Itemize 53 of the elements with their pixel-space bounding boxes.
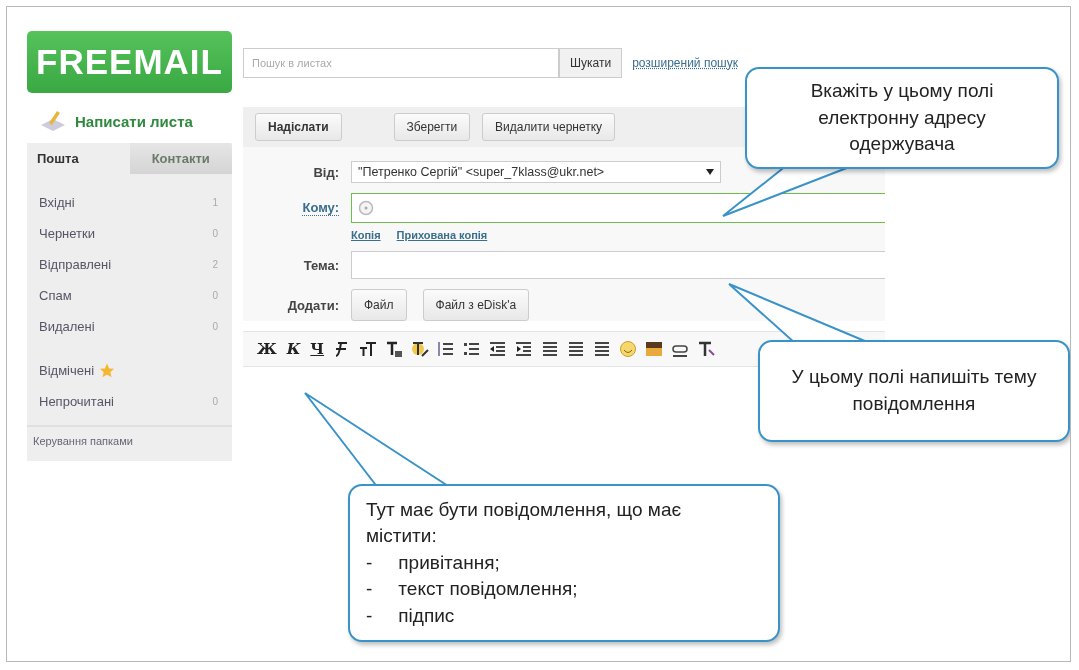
folder-count: 0: [212, 396, 218, 407]
attach-label: Додати:: [286, 297, 340, 313]
list-item-text: текст повідомлення;: [398, 577, 578, 602]
advanced-search-link[interactable]: розширений пошук: [632, 56, 738, 70]
from-dropdown[interactable]: "Петренко Сергій" <super_7klass@ukr.net>: [351, 161, 721, 183]
folder-count: 0: [212, 228, 218, 239]
attach-button[interactable]: Файл: [351, 289, 407, 321]
folder-name[interactable]: Відмічені: [39, 363, 95, 378]
clear-format-icon[interactable]: [696, 340, 717, 358]
callout-text: Тут має бути повідомлення, що має містити:: [366, 497, 683, 549]
folder-name[interactable]: Вхідні: [39, 195, 75, 210]
toolbar-button[interactable]: Надіслати: [255, 113, 342, 141]
format-button[interactable]: Ж: [255, 340, 279, 358]
compose-label[interactable]: Написати листа: [75, 112, 193, 130]
folder-count: 2: [212, 259, 218, 270]
format-button[interactable]: Ч: [308, 340, 327, 358]
format-button[interactable]: К: [284, 340, 303, 358]
text-color-icon[interactable]: [384, 340, 405, 358]
folder-count: 1: [212, 197, 218, 208]
folder-name[interactable]: Спам: [39, 288, 72, 303]
callout-text: У цьому полі напишіть тему повідомлення: [790, 365, 1038, 416]
folder-name[interactable]: Відправлені: [39, 257, 112, 272]
cc-link[interactable]: Копія: [351, 229, 381, 241]
font-size-icon[interactable]: [358, 340, 379, 358]
list-item-text: привітання;: [398, 550, 500, 575]
subject-label: Тема:: [302, 257, 340, 273]
to-label[interactable]: Кому:: [302, 200, 339, 216]
callout-text: Вкажіть у цьому полі електронну адресу одержувача: [809, 79, 995, 157]
list-dash: -: [366, 577, 373, 602]
toolbar-button[interactable]: Зберегти: [393, 113, 471, 141]
folder-name[interactable]: Непрочитані: [39, 394, 114, 409]
highlight-icon[interactable]: [410, 340, 431, 358]
sender-address: "Петренко Сергій" <super_7klass@ukr.net>: [358, 165, 605, 179]
from-label: Від:: [312, 164, 340, 180]
folder-name[interactable]: Видалені: [39, 319, 95, 334]
image-icon[interactable]: [644, 340, 665, 358]
folder-count: 0: [212, 321, 218, 332]
recipient-field[interactable]: [351, 193, 885, 223]
folder-count: 0: [212, 290, 218, 301]
subject-field[interactable]: [351, 251, 885, 279]
pencil-paper-icon: [39, 109, 67, 133]
toolbar-button[interactable]: Видалити чернетку: [482, 113, 616, 141]
folder-name[interactable]: Чернетки: [39, 226, 95, 241]
cc-link[interactable]: Прихована копія: [396, 229, 488, 241]
list-dash: -: [366, 550, 373, 575]
contact-circle-icon: [358, 200, 374, 216]
list-item-text: підпис: [398, 603, 455, 628]
list-dash: -: [366, 603, 373, 628]
search-field[interactable]: Пошук в листах: [243, 48, 559, 78]
attach-button[interactable]: Файл з eDisk'a: [422, 289, 530, 321]
search-button[interactable]: Шукати: [559, 48, 623, 78]
dropdown-caret-icon: [706, 169, 714, 175]
compose-link[interactable]: Написати листа: [39, 109, 232, 133]
